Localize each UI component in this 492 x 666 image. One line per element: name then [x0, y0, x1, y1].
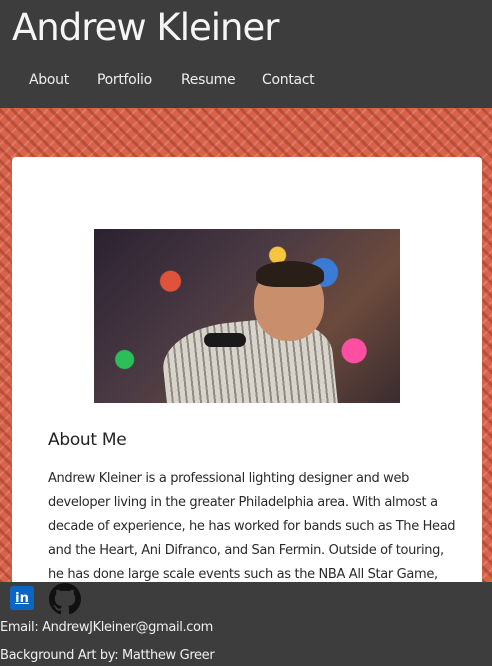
linkedin-glyph: in	[15, 590, 29, 606]
site-header: Andrew Kleiner About Portfolio Resume Co…	[0, 0, 492, 108]
footer-credit: Background Art by: Matthew Greer	[0, 648, 215, 663]
nav-about[interactable]: About	[29, 70, 69, 90]
nav-portfolio[interactable]: Portfolio	[97, 70, 152, 90]
main-nav: About Portfolio Resume Contact	[0, 70, 492, 94]
about-heading: About Me	[48, 430, 127, 450]
footer-email[interactable]: Email: AndrewJKleiner@gmail.com	[0, 620, 213, 635]
linkedin-icon[interactable]: in	[10, 586, 34, 610]
nav-contact[interactable]: Contact	[262, 70, 315, 90]
github-icon[interactable]	[49, 583, 81, 615]
nav-resume[interactable]: Resume	[181, 70, 236, 90]
about-text: Andrew Kleiner is a professional lightin…	[48, 471, 456, 597]
profile-photo	[94, 229, 400, 403]
about-card: About Me Andrew Kleiner is a professiona…	[12, 157, 482, 597]
site-footer: in Email: AndrewJKleiner@gmail.com Backg…	[0, 582, 492, 666]
site-title[interactable]: Andrew Kleiner	[12, 6, 279, 49]
